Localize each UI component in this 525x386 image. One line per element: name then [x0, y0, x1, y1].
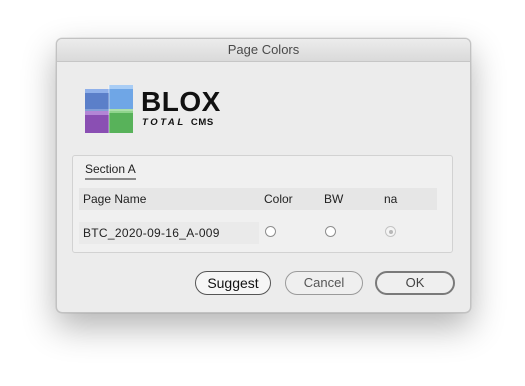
bw-radio[interactable] — [325, 226, 336, 237]
blox-logo: BLOX TOTAL CMS — [83, 83, 223, 137]
section-a-panel: Section A Page Name Color BW na BTC_2020… — [72, 155, 453, 253]
logo-sub-cms: CMS — [190, 117, 214, 128]
blox-cubes-icon — [85, 85, 133, 133]
page-colors-dialog: Page Colors BLOX TOTAL CMS Section A Pag… — [56, 38, 471, 313]
logo-sub-total: TOTAL — [142, 117, 186, 128]
logo-wordmark: BLOX — [141, 86, 221, 117]
table-header-row: Page Name Color BW na — [79, 188, 437, 210]
page-name-cell: BTC_2020-09-16_A-009 — [79, 222, 259, 244]
cancel-button[interactable]: Cancel — [285, 271, 363, 295]
logo-subtitle: TOTAL CMS — [142, 117, 214, 128]
na-radio-selected[interactable] — [385, 226, 396, 237]
table-row: BTC_2020-09-16_A-009 — [79, 222, 437, 244]
suggest-button[interactable]: Suggest — [195, 271, 271, 295]
color-radio[interactable] — [265, 226, 276, 237]
column-header-color: Color — [264, 192, 293, 206]
tab-section-a[interactable]: Section A — [85, 162, 136, 180]
column-header-bw: BW — [324, 192, 344, 206]
window-title: Page Colors — [57, 39, 470, 62]
column-header-na: na — [384, 192, 398, 206]
column-header-page-name: Page Name — [83, 192, 147, 206]
ok-button[interactable]: OK — [375, 271, 455, 295]
